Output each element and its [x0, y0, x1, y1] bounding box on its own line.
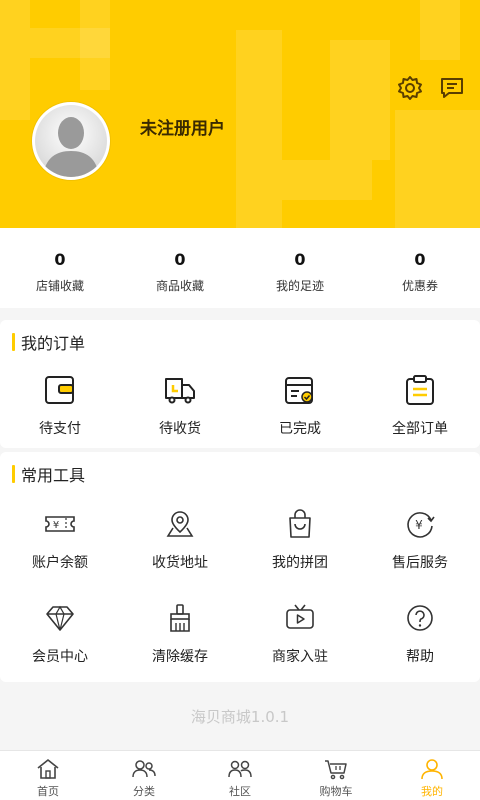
- avatar[interactable]: [32, 102, 110, 180]
- svg-text:¥: ¥: [415, 518, 423, 532]
- tab-category[interactable]: 分类: [96, 751, 192, 800]
- tool-clear-cache[interactable]: 清除缓存: [120, 600, 240, 666]
- header-decoration: [282, 160, 372, 200]
- diamond-icon: [42, 600, 78, 636]
- tools-card: 常用工具 ¥ 账户余额 收货地址 我的拼团 ¥ 售后服务 会员中心 清除缓存 商…: [0, 452, 480, 682]
- tool-label: 收货地址: [152, 555, 208, 571]
- stat-product-favorites[interactable]: 0 商品收藏: [120, 228, 240, 308]
- stat-value: 0: [174, 250, 186, 269]
- header-decoration: [236, 30, 282, 228]
- tool-label: 商家入驻: [272, 649, 328, 665]
- order-pending-payment[interactable]: 待支付: [0, 372, 120, 438]
- completed-box-icon: [282, 372, 318, 408]
- order-all[interactable]: 全部订单: [360, 372, 480, 438]
- community-icon: [227, 757, 253, 781]
- tab-label: 我的: [421, 785, 443, 798]
- users-icon: [131, 757, 157, 781]
- stat-shop-favorites[interactable]: 0 店铺收藏: [0, 228, 120, 308]
- tab-label: 首页: [37, 785, 59, 798]
- shopping-bag-icon: [282, 506, 318, 542]
- stat-label: 优惠券: [401, 279, 438, 293]
- header-decoration: [0, 0, 30, 120]
- tab-label: 分类: [133, 785, 155, 798]
- home-icon: [35, 757, 61, 781]
- profile-icon: [419, 757, 445, 781]
- tools-grid-row: 会员中心 清除缓存 商家入驻 帮助: [0, 600, 480, 666]
- truck-icon: [162, 372, 198, 408]
- tools-grid-row: ¥ 账户余额 收货地址 我的拼团 ¥ 售后服务: [0, 506, 480, 572]
- tab-label: 购物车: [319, 785, 353, 798]
- stat-value: 0: [54, 250, 66, 269]
- orders-card: 我的订单 待支付 待收货 已完成 全部订单: [0, 320, 480, 448]
- tab-label: 社区: [229, 785, 251, 798]
- bottom-tab-bar: 首页 分类 社区 购物车 我的: [0, 750, 480, 800]
- map-pin-icon: [162, 506, 198, 542]
- tab-community[interactable]: 社区: [192, 751, 288, 800]
- orders-title: 我的订单: [12, 330, 85, 354]
- tool-account-balance[interactable]: ¥ 账户余额: [0, 506, 120, 572]
- tool-after-sales[interactable]: ¥ 售后服务: [360, 506, 480, 572]
- header-actions: [396, 74, 466, 102]
- stat-coupons[interactable]: 0 优惠券: [360, 228, 480, 308]
- tool-label: 清除缓存: [152, 649, 208, 665]
- tool-group-buy[interactable]: 我的拼团: [240, 506, 360, 572]
- header-decoration: [420, 0, 460, 60]
- tab-cart[interactable]: 购物车: [288, 751, 384, 800]
- tool-label: 会员中心: [32, 649, 88, 665]
- stat-value: 0: [414, 250, 426, 269]
- svg-text:¥: ¥: [53, 520, 59, 531]
- order-label: 已完成: [279, 421, 321, 437]
- stat-label: 我的足迹: [275, 279, 324, 293]
- tool-merchant-join[interactable]: 商家入驻: [240, 600, 360, 666]
- tool-member-center[interactable]: 会员中心: [0, 600, 120, 666]
- stat-value: 0: [294, 250, 306, 269]
- app-version: 海贝商城1.0.1: [190, 708, 290, 726]
- wallet-icon: [42, 372, 78, 408]
- yen-refund-icon: ¥: [402, 506, 438, 542]
- tool-help[interactable]: 帮助: [360, 600, 480, 666]
- orders-grid: 待支付 待收货 已完成 全部订单: [0, 372, 480, 438]
- settings-icon[interactable]: [396, 74, 424, 102]
- stat-footprints[interactable]: 0 我的足迹: [240, 228, 360, 308]
- stat-label: 商品收藏: [155, 279, 204, 293]
- help-icon: [402, 600, 438, 636]
- tool-label: 售后服务: [392, 555, 448, 571]
- stats-bar: 0 店铺收藏 0 商品收藏 0 我的足迹 0 优惠券: [0, 228, 480, 308]
- broom-icon: [162, 600, 198, 636]
- tab-mine[interactable]: 我的: [384, 751, 480, 800]
- order-pending-receipt[interactable]: 待收货: [120, 372, 240, 438]
- header-decoration: [395, 110, 480, 228]
- profile-header: 未注册用户: [0, 0, 480, 228]
- order-label: 全部订单: [392, 421, 448, 437]
- tool-shipping-address[interactable]: 收货地址: [120, 506, 240, 572]
- tools-title: 常用工具: [12, 462, 85, 486]
- order-completed[interactable]: 已完成: [240, 372, 360, 438]
- stat-label: 店铺收藏: [35, 279, 84, 293]
- tool-label: 我的拼团: [272, 555, 328, 571]
- ticket-yen-icon: ¥: [42, 506, 78, 542]
- cart-icon: [323, 757, 349, 781]
- header-decoration: [330, 40, 390, 160]
- tv-play-icon: [282, 600, 318, 636]
- tool-label: 帮助: [406, 649, 434, 665]
- username[interactable]: 未注册用户: [140, 114, 225, 139]
- message-icon[interactable]: [438, 74, 466, 102]
- tab-home[interactable]: 首页: [0, 751, 96, 800]
- tool-label: 账户余额: [32, 555, 88, 571]
- clipboard-icon: [402, 372, 438, 408]
- header-decoration: [80, 0, 110, 90]
- order-label: 待收货: [159, 421, 201, 437]
- order-label: 待支付: [39, 421, 81, 437]
